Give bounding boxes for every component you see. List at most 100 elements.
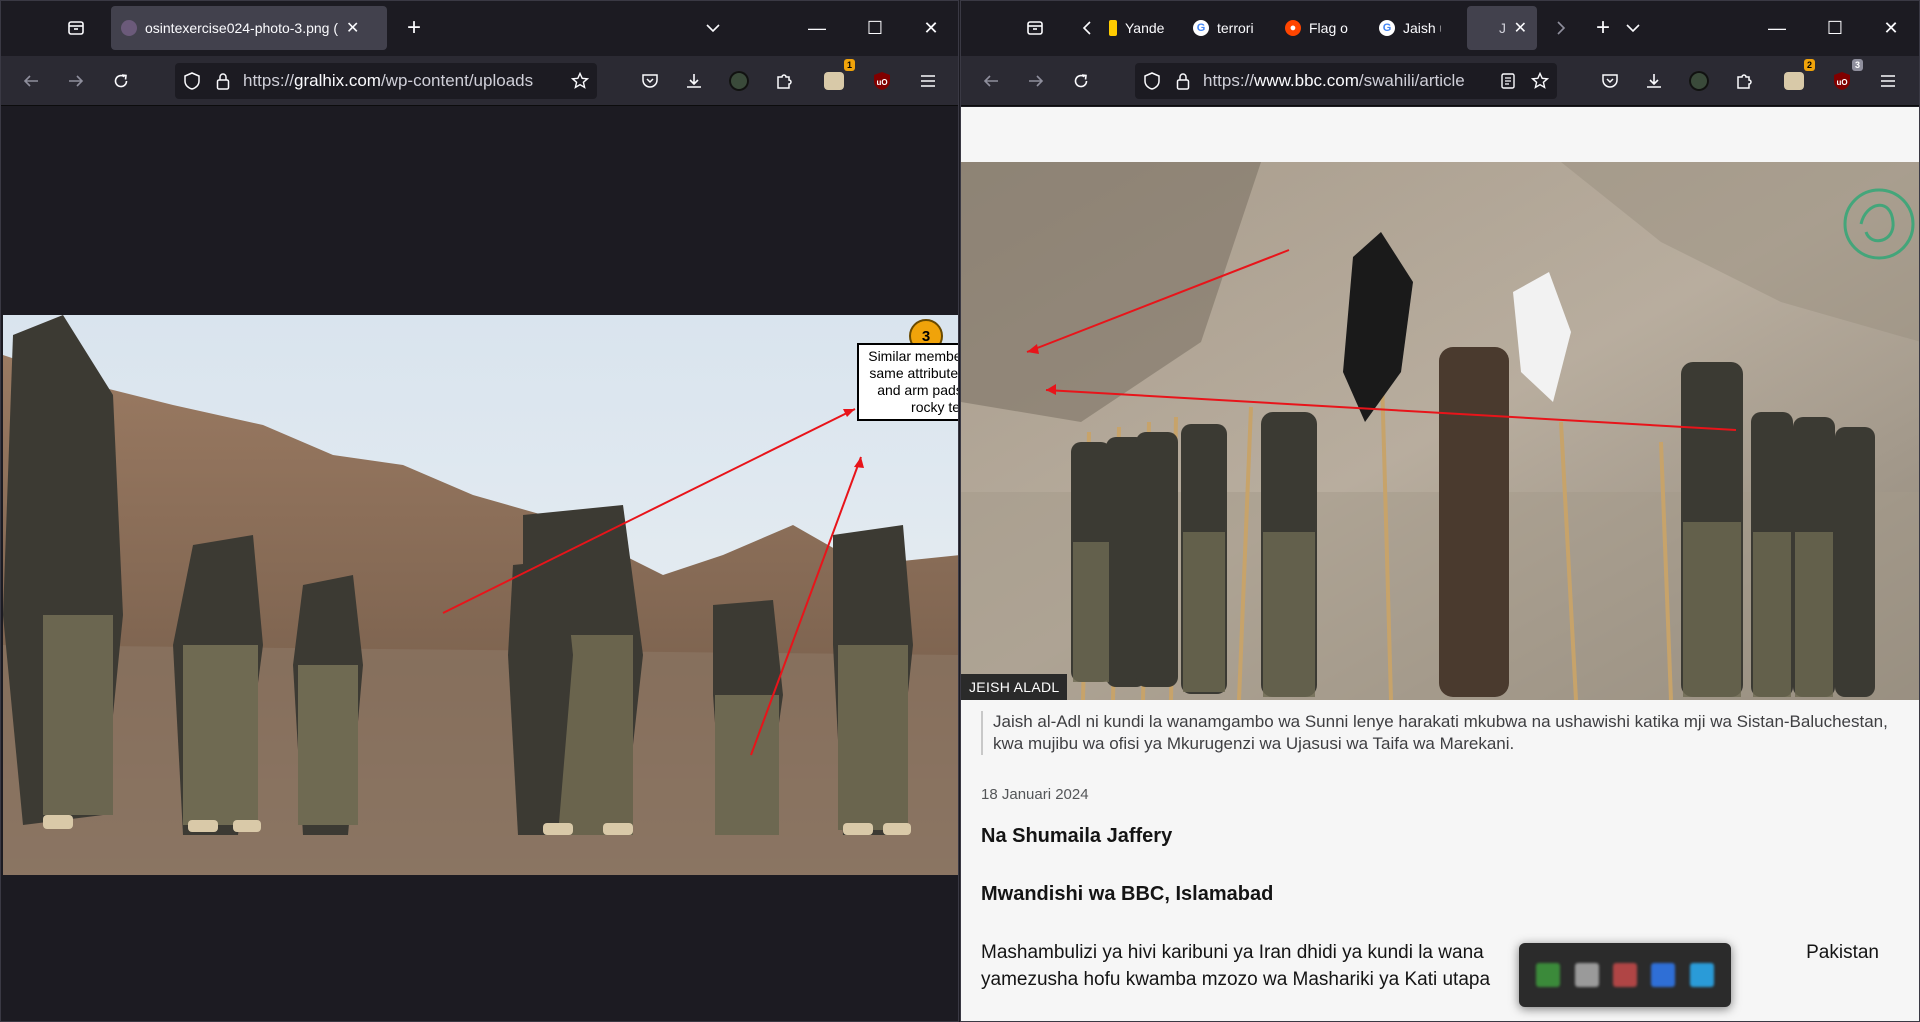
app-thumbnail-icon[interactable]	[1689, 963, 1714, 987]
shield-icon[interactable]	[175, 72, 209, 90]
menu-hamburger-icon[interactable]	[1870, 63, 1906, 99]
yandex-icon	[1109, 20, 1117, 36]
shield-icon[interactable]	[1135, 72, 1169, 90]
profile-avatar-icon[interactable]	[721, 63, 757, 99]
left-browser-window: osintexercise024-photo-3.png ( ✕ + — ☐ ✕…	[0, 0, 959, 1022]
tab-google-search[interactable]: G terrori	[1183, 6, 1269, 50]
firefox-view-icon[interactable]	[58, 10, 94, 46]
bookmark-star-icon[interactable]	[563, 72, 597, 90]
close-tab-icon[interactable]: ✕	[346, 18, 359, 38]
minimize-button[interactable]: —	[1759, 10, 1795, 46]
lock-icon[interactable]	[1169, 72, 1197, 90]
app-thumbnail-icon[interactable]	[1574, 963, 1599, 987]
svg-text:uO: uO	[1836, 78, 1847, 87]
article-body-paragraph: Mashambulizi ya hivi karibuni ya Iran dh…	[981, 939, 1879, 993]
right-browser-window: Yande G terrori ● Flag o G Jaish u Jais …	[960, 0, 1920, 1022]
app-thumbnail-icon[interactable]	[1536, 963, 1561, 987]
maximize-button[interactable]: ☐	[1817, 10, 1853, 46]
extensions-puzzle-icon[interactable]	[1726, 63, 1762, 99]
lock-icon[interactable]	[209, 72, 237, 90]
url-scheme: https://	[243, 71, 295, 90]
body-line-1-start: Mashambulizi ya hivi karibuni ya Iran dh…	[981, 942, 1484, 963]
list-all-tabs-chevron-icon[interactable]	[1615, 10, 1651, 46]
new-tab-button[interactable]: +	[396, 10, 432, 46]
url-path: /swahili/article	[1358, 71, 1465, 90]
image-viewer: 3 Similar members having the same attrib…	[1, 107, 958, 1021]
article-date: 18 Januari 2024	[981, 786, 1089, 803]
ublock-origin-icon[interactable]: uO	[864, 63, 900, 99]
forward-arrow-icon[interactable]	[1018, 63, 1054, 99]
url-host: www.bbc.com	[1254, 71, 1359, 90]
training-photo-scene	[3, 315, 958, 875]
image-favicon-icon	[121, 20, 137, 36]
annotation-callout: Similar members having the same attribut…	[857, 343, 958, 421]
address-bar[interactable]: https://gralhix.com/wp-content/uploads	[175, 63, 597, 99]
extension-count-badge: 1	[843, 59, 855, 71]
google-icon: G	[1379, 20, 1395, 36]
image-credit-label: JEISH ALADL	[961, 674, 1068, 700]
ublock-origin-icon[interactable]: uO 3	[1824, 59, 1863, 99]
article-hero-scene	[961, 162, 1919, 700]
close-window-button[interactable]: ✕	[913, 10, 949, 46]
taskbar-preview-popup[interactable]	[1519, 943, 1731, 1007]
downloads-icon[interactable]	[676, 63, 712, 99]
article-hero-image: JEISH ALADL	[961, 162, 1919, 700]
body-line-1-end: Pakistan	[1806, 942, 1879, 963]
scroll-tabs-right-chevron-icon[interactable]	[1543, 10, 1579, 46]
reload-icon[interactable]	[1063, 63, 1099, 99]
tab-strip: osintexercise024-photo-3.png ( ✕ + — ☐ ✕	[1, 1, 958, 56]
url-text: https://gralhix.com/wp-content/uploads	[243, 71, 563, 91]
author-role: Mwandishi wa BBC, Islamabad	[981, 883, 1274, 905]
menu-hamburger-icon[interactable]	[910, 63, 946, 99]
back-arrow-icon[interactable]	[13, 63, 49, 99]
close-window-button[interactable]: ✕	[1873, 10, 1909, 46]
maximize-button[interactable]: ☐	[857, 10, 893, 46]
google-icon: G	[1193, 20, 1209, 36]
back-arrow-icon[interactable]	[973, 63, 1009, 99]
minimize-button[interactable]: —	[799, 10, 835, 46]
tab-title: Jaish u	[1403, 20, 1441, 36]
tab-yandex[interactable]: Yande	[1099, 6, 1177, 50]
training-photo: 3 Similar members having the same attrib…	[3, 315, 958, 875]
author-name: Na Shumaila Jaffery	[981, 825, 1173, 847]
tab-image[interactable]: osintexercise024-photo-3.png ( ✕	[111, 6, 387, 50]
url-host: gralhix.com	[294, 71, 381, 90]
tab-title: terrori	[1217, 20, 1254, 36]
extension-icon[interactable]: 2	[1776, 59, 1815, 99]
navigation-toolbar: https://gralhix.com/wp-content/uploads 1…	[1, 56, 958, 106]
url-path: /wp-content/uploads	[380, 71, 534, 90]
reload-icon[interactable]	[103, 63, 139, 99]
body-line-2: yamezusha hofu kwamba mzozo wa Mashariki…	[981, 969, 1491, 990]
pocket-icon[interactable]	[632, 63, 668, 99]
extension-count-badge: 2	[1803, 59, 1815, 71]
firefox-view-icon[interactable]	[1017, 10, 1053, 46]
image-caption: Jaish al-Adl ni kundi la wanamgambo wa S…	[981, 711, 1909, 755]
app-thumbnail-icon[interactable]	[1651, 963, 1676, 987]
blocked-count-badge: 3	[1851, 59, 1863, 71]
extension-icon[interactable]: 1	[816, 59, 855, 99]
tab-title: Flag o	[1309, 20, 1348, 36]
pocket-icon[interactable]	[1592, 63, 1628, 99]
reddit-icon: ●	[1285, 20, 1301, 36]
tab-reddit[interactable]: ● Flag o	[1275, 6, 1359, 50]
bbc-article-page: JEISH ALADL Jaish al-Adl ni kundi la wan…	[961, 107, 1919, 1021]
tab-google-search-2[interactable]: G Jaish u	[1369, 6, 1451, 50]
svg-text:uO: uO	[876, 78, 887, 87]
navigation-toolbar: https://www.bbc.com/swahili/article 2 uO	[961, 56, 1919, 106]
bookmark-star-icon[interactable]	[1523, 72, 1557, 90]
downloads-icon[interactable]	[1636, 63, 1672, 99]
forward-arrow-icon[interactable]	[58, 63, 94, 99]
tab-title: Jais	[1499, 20, 1506, 36]
reader-view-icon[interactable]	[1493, 72, 1523, 90]
tab-title: Yande	[1125, 20, 1165, 36]
app-thumbnail-icon[interactable]	[1612, 963, 1637, 987]
address-bar[interactable]: https://www.bbc.com/swahili/article	[1135, 63, 1557, 99]
tab-bbc[interactable]: Jais ✕	[1467, 6, 1537, 50]
list-all-tabs-chevron-icon[interactable]	[695, 10, 731, 46]
url-scheme: https://	[1203, 71, 1255, 90]
tab-title: osintexercise024-photo-3.png (	[145, 20, 339, 36]
extensions-puzzle-icon[interactable]	[766, 63, 802, 99]
profile-avatar-icon[interactable]	[1681, 63, 1717, 99]
tab-strip: Yande G terrori ● Flag o G Jaish u Jais …	[961, 1, 1919, 56]
close-tab-icon[interactable]: ✕	[1514, 18, 1527, 38]
